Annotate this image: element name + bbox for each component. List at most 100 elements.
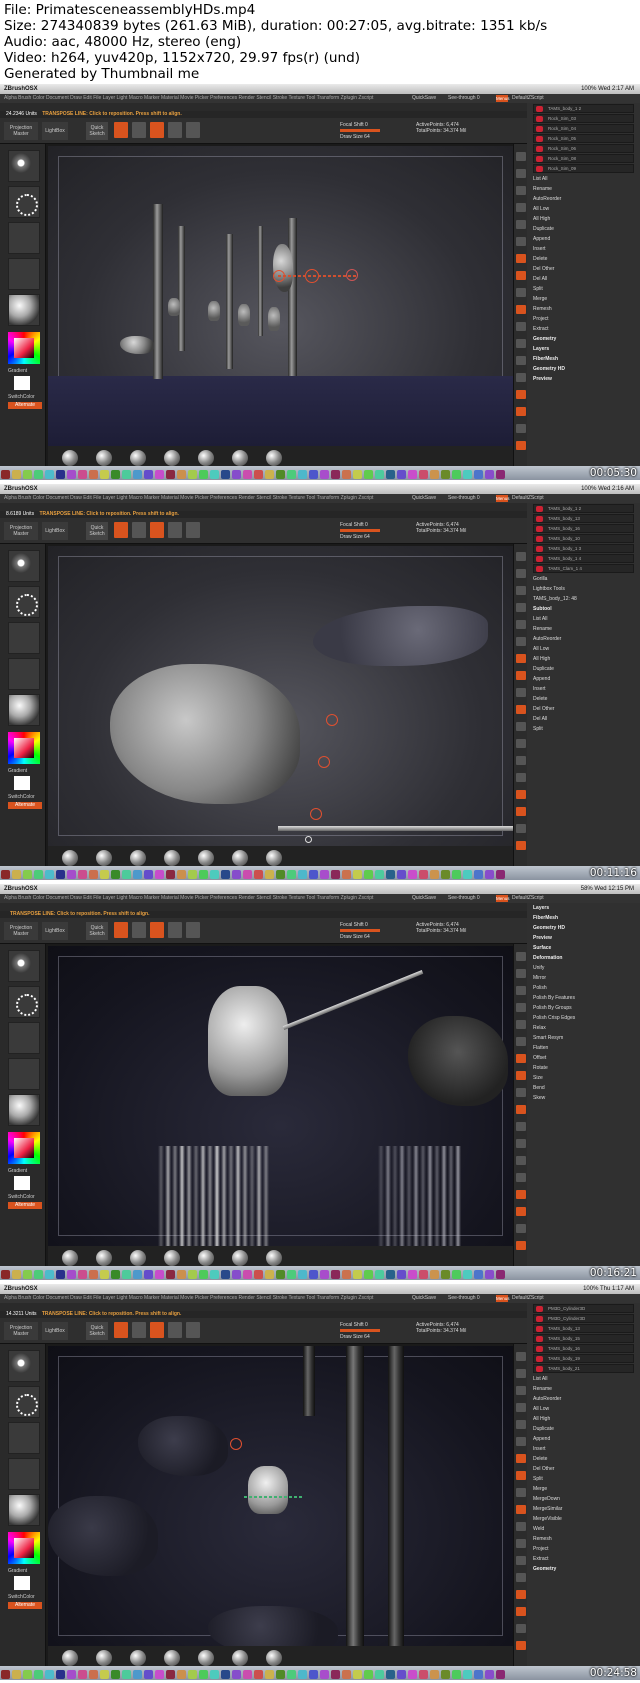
palette-item[interactable]: Bend bbox=[527, 1083, 640, 1093]
dock-app-icon[interactable] bbox=[1, 470, 10, 479]
draw-size-slider[interactable]: Draw Size 64 bbox=[340, 134, 370, 140]
view-control-button[interactable] bbox=[516, 1003, 526, 1012]
alpha-icon[interactable] bbox=[8, 1422, 40, 1454]
transpose-endpoint[interactable] bbox=[305, 836, 312, 843]
draw-icon[interactable] bbox=[132, 522, 146, 538]
palette-item[interactable]: List All bbox=[527, 174, 640, 184]
palette-item[interactable]: Rename bbox=[527, 1384, 640, 1394]
material-icon[interactable] bbox=[8, 1094, 40, 1126]
dock-app-icon[interactable] bbox=[496, 470, 505, 479]
subtool-item[interactable]: TAMS_body_1 3 bbox=[533, 544, 634, 553]
palette-item[interactable]: Duplicate bbox=[527, 1424, 640, 1434]
dock-app-icon[interactable] bbox=[419, 1670, 428, 1679]
palette-item[interactable]: All High bbox=[527, 214, 640, 224]
dock-app-icon[interactable] bbox=[386, 470, 395, 479]
dock-app-icon[interactable] bbox=[342, 1270, 351, 1279]
menus-button[interactable]: Menus bbox=[496, 895, 510, 902]
texture-icon[interactable] bbox=[8, 258, 40, 290]
dock-app-icon[interactable] bbox=[100, 1270, 109, 1279]
palette-item[interactable]: Extract bbox=[527, 1554, 640, 1564]
dock-app-icon[interactable] bbox=[364, 870, 373, 879]
dock-app-icon[interactable] bbox=[474, 1670, 483, 1679]
dock-app-icon[interactable] bbox=[243, 870, 252, 879]
palette-item[interactable]: Weld bbox=[527, 1524, 640, 1534]
focal-shift-slider[interactable]: Focal Shift 0 bbox=[340, 922, 368, 928]
view-control-button[interactable] bbox=[516, 169, 526, 178]
dock-app-icon[interactable] bbox=[276, 870, 285, 879]
palette-item[interactable]: MergeSimilar bbox=[527, 1504, 640, 1514]
palette-item[interactable]: Project bbox=[527, 1544, 640, 1554]
draw-icon[interactable] bbox=[132, 922, 146, 938]
palette-item[interactable]: Del All bbox=[527, 274, 640, 284]
dock-app-icon[interactable] bbox=[309, 1270, 318, 1279]
draw-icon[interactable] bbox=[132, 122, 146, 138]
dock-app-icon[interactable] bbox=[67, 870, 76, 879]
dock-app-icon[interactable] bbox=[298, 1270, 307, 1279]
see-through-slider[interactable]: See-through 0 bbox=[448, 894, 480, 903]
projection-master-button[interactable]: Projection Master bbox=[4, 1322, 38, 1340]
dock-app-icon[interactable] bbox=[166, 870, 175, 879]
subtool-item[interactable]: Rock_Sim_05 bbox=[533, 134, 634, 143]
palette-item[interactable]: Geometry bbox=[527, 334, 640, 344]
dock-app-icon[interactable] bbox=[364, 470, 373, 479]
view-control-button[interactable] bbox=[516, 1641, 526, 1650]
palette-item[interactable]: Polish By Features bbox=[527, 993, 640, 1003]
dock-app-icon[interactable] bbox=[265, 470, 274, 479]
view-control-button[interactable] bbox=[516, 237, 526, 246]
palette-item[interactable]: Skew bbox=[527, 1093, 640, 1103]
move-icon[interactable] bbox=[150, 522, 164, 538]
dock-app-icon[interactable] bbox=[342, 1670, 351, 1679]
dock-app-icon[interactable] bbox=[45, 1670, 54, 1679]
rotate-icon[interactable] bbox=[186, 922, 200, 938]
view-control-button[interactable] bbox=[516, 254, 526, 263]
dock-app-icon[interactable] bbox=[276, 470, 285, 479]
color-picker[interactable] bbox=[8, 1132, 40, 1164]
palette-item[interactable]: All High bbox=[527, 654, 640, 664]
texture-icon[interactable] bbox=[8, 1058, 40, 1090]
brush-preset-icon[interactable] bbox=[232, 1250, 248, 1266]
palette-item[interactable]: Append bbox=[527, 1434, 640, 1444]
view-control-button[interactable] bbox=[516, 339, 526, 348]
palette-item[interactable]: Merge bbox=[527, 294, 640, 304]
dock-app-icon[interactable] bbox=[45, 1270, 54, 1279]
palette-item[interactable]: All Low bbox=[527, 204, 640, 214]
palette-item[interactable]: Append bbox=[527, 234, 640, 244]
palette-item[interactable]: Layers bbox=[527, 344, 640, 354]
palette-item[interactable]: TAMS_body_12: 48 bbox=[527, 594, 640, 604]
dock-app-icon[interactable] bbox=[12, 1270, 21, 1279]
palette-item[interactable]: Append bbox=[527, 674, 640, 684]
dock-app-icon[interactable] bbox=[342, 470, 351, 479]
default-zscript[interactable]: DefaultZScript bbox=[512, 1294, 544, 1303]
dock-app-icon[interactable] bbox=[375, 470, 384, 479]
dock-app-icon[interactable] bbox=[221, 1670, 230, 1679]
brush-icon[interactable] bbox=[8, 1350, 40, 1382]
dock-app-icon[interactable] bbox=[463, 470, 472, 479]
dock-app-icon[interactable] bbox=[23, 1670, 32, 1679]
palette-menus[interactable]: Alpha Brush Color Document Draw Edit Fil… bbox=[4, 95, 373, 101]
dock-app-icon[interactable] bbox=[408, 870, 417, 879]
palette-item[interactable]: Polish By Groups bbox=[527, 1003, 640, 1013]
dock-app-icon[interactable] bbox=[100, 870, 109, 879]
dock-app-icon[interactable] bbox=[1, 870, 10, 879]
secondary-color-swatch[interactable] bbox=[14, 1576, 30, 1590]
palette-item[interactable]: Rotate bbox=[527, 1063, 640, 1073]
dock-app-icon[interactable] bbox=[386, 1670, 395, 1679]
dock-app-icon[interactable] bbox=[122, 470, 131, 479]
texture-icon[interactable] bbox=[8, 658, 40, 690]
dock-app-icon[interactable] bbox=[353, 470, 362, 479]
palette-item[interactable]: Subtool bbox=[527, 604, 640, 614]
dock-app-icon[interactable] bbox=[353, 1270, 362, 1279]
dock-app-icon[interactable] bbox=[430, 1670, 439, 1679]
palette-item[interactable]: Delete bbox=[527, 254, 640, 264]
transpose-ring[interactable] bbox=[230, 1438, 242, 1450]
dock-app-icon[interactable] bbox=[111, 470, 120, 479]
subtool-item[interactable]: TAMS_body_21 bbox=[533, 1364, 634, 1373]
view-control-button[interactable] bbox=[516, 1088, 526, 1097]
brush-preset-icon[interactable] bbox=[266, 1250, 282, 1266]
dock-app-icon[interactable] bbox=[309, 1670, 318, 1679]
palette-item[interactable]: List All bbox=[527, 1374, 640, 1384]
view-control-button[interactable] bbox=[516, 952, 526, 961]
switchcolor-label[interactable]: SwitchColor bbox=[8, 1194, 35, 1200]
dock-app-icon[interactable] bbox=[221, 870, 230, 879]
dock-app-icon[interactable] bbox=[232, 1270, 241, 1279]
